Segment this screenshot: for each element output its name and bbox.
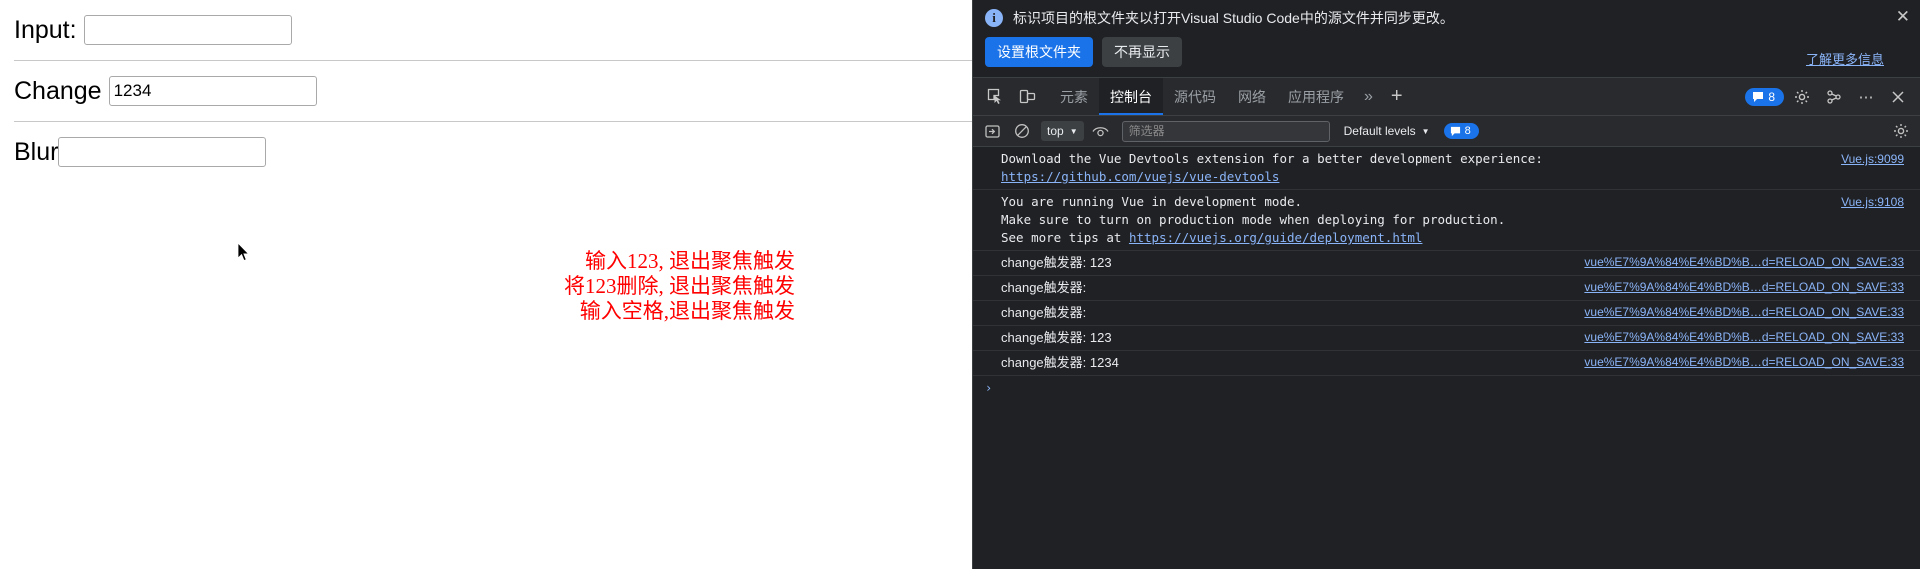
tab-elements[interactable]: 元素 — [1049, 78, 1099, 115]
context-value: top — [1047, 124, 1064, 138]
devtools-panel: i 标识项目的根文件夹以打开Visual Studio Code中的源文件并同步… — [972, 0, 1920, 569]
speech-bubble-icon — [1753, 91, 1764, 102]
gear-icon[interactable] — [1788, 83, 1816, 111]
speech-bubble-icon — [1450, 126, 1460, 136]
context-selector[interactable]: top ▼ — [1041, 121, 1084, 141]
console-log-entry[interactable]: change触发器: 123 vue%E7%9A%84%E4%BD%B…d=RE… — [973, 251, 1920, 276]
log-line-text: See more tips at — [1001, 230, 1129, 245]
screen: Input: Change Blur 输入123, 退出聚焦触发 将123删除,… — [0, 0, 1920, 569]
log-source-link[interactable]: vue%E7%9A%84%E4%BD%B…d=RELOAD_ON_SAVE:33 — [1584, 253, 1920, 271]
form-row-change: Change — [0, 61, 972, 121]
message-count-badge[interactable]: 8 — [1745, 87, 1784, 106]
console-prompt[interactable]: › — [973, 376, 1920, 395]
log-message: change触发器: 123 — [1001, 255, 1112, 270]
customize-icon[interactable] — [1820, 83, 1848, 111]
annotation-text: 输入123, 退出聚焦触发 将123删除, 退出聚焦触发 输入空格,退出聚焦触发 — [300, 249, 795, 324]
devtools-tabbar: 元素 控制台 源代码 网络 应用程序 » + 8 ⋯ — [973, 78, 1920, 116]
annotation-line-2: 将123删除, 退出聚焦触发 — [564, 274, 795, 298]
blur-label: Blur — [14, 137, 59, 166]
message-count: 8 — [1768, 89, 1775, 104]
log-source-link[interactable]: vue%E7%9A%84%E4%BD%B…d=RELOAD_ON_SAVE:33 — [1584, 303, 1920, 321]
chevron-down-icon: ▼ — [1069, 126, 1078, 136]
console-toolbar: top ▼ Default levels ▼ 8 — [973, 116, 1920, 147]
input-field[interactable] — [83, 15, 292, 45]
tabbar-right-controls: 8 ⋯ — [1745, 78, 1920, 115]
log-levels-selector[interactable]: Default levels ▼ — [1344, 124, 1430, 138]
console-log-entry[interactable]: You are running Vue in development mode.… — [973, 190, 1920, 251]
info-icon: i — [985, 9, 1003, 27]
log-message: change触发器: — [1001, 305, 1090, 320]
console-sidebar-icon[interactable] — [979, 119, 1005, 143]
console-settings-icon[interactable] — [1888, 119, 1914, 143]
log-line-link[interactable]: https://vuejs.org/guide/deployment.html — [1129, 230, 1423, 245]
clear-console-icon[interactable] — [1009, 119, 1035, 143]
inspect-element-icon[interactable] — [979, 78, 1011, 115]
device-toolbar-icon[interactable] — [1011, 78, 1043, 115]
log-message: change触发器: — [1001, 280, 1090, 295]
blur-field[interactable] — [58, 137, 267, 167]
annotation-line-1: 输入123, 退出聚焦触发 — [585, 249, 795, 273]
notification-buttons: 设置根文件夹 不再显示 — [985, 37, 1910, 67]
more-options-icon[interactable]: ⋯ — [1852, 83, 1880, 111]
notification-message-row: i 标识项目的根文件夹以打开Visual Studio Code中的源文件并同步… — [985, 8, 1910, 28]
form-row-input: Input: — [0, 0, 972, 60]
close-devtools-icon[interactable] — [1884, 83, 1912, 111]
devtools-tabs: 元素 控制台 源代码 网络 应用程序 » + — [1049, 78, 1412, 115]
log-line-link[interactable]: https://github.com/vuejs/vue-devtools — [1001, 169, 1279, 184]
live-expression-icon[interactable] — [1088, 119, 1114, 143]
log-source-link[interactable]: Vue.js:9099 — [1841, 150, 1920, 168]
log-source-link[interactable]: Vue.js:9108 — [1841, 193, 1920, 211]
log-line-text: You are running Vue in development mode. — [1001, 194, 1303, 209]
log-source-link[interactable]: vue%E7%9A%84%E4%BD%B…d=RELOAD_ON_SAVE:33 — [1584, 328, 1920, 346]
annotation-line-3: 输入空格,退出聚焦触发 — [579, 299, 795, 323]
issues-count-badge[interactable]: 8 — [1443, 123, 1479, 139]
console-log-entry[interactable]: Download the Vue Devtools extension for … — [973, 147, 1920, 190]
tab-application[interactable]: 应用程序 — [1277, 78, 1355, 115]
set-root-folder-button[interactable]: 设置根文件夹 — [985, 37, 1093, 67]
tab-sources[interactable]: 源代码 — [1163, 78, 1227, 115]
change-label: Change — [14, 76, 102, 105]
add-tab-icon[interactable]: + — [1382, 78, 1412, 115]
devtools-notification-bar: i 标识项目的根文件夹以打开Visual Studio Code中的源文件并同步… — [973, 0, 1920, 78]
console-log-list[interactable]: Download the Vue Devtools extension for … — [973, 147, 1920, 569]
chevron-down-icon: ▼ — [1421, 126, 1430, 136]
close-notification-icon[interactable]: ✕ — [1896, 8, 1910, 25]
mouse-cursor-icon — [238, 243, 250, 262]
log-line-text: Download the Vue Devtools extension for … — [1001, 151, 1543, 166]
log-source-link[interactable]: vue%E7%9A%84%E4%BD%B…d=RELOAD_ON_SAVE:33 — [1584, 278, 1920, 296]
console-log-entry[interactable]: change触发器: vue%E7%9A%84%E4%BD%B…d=RELOAD… — [973, 301, 1920, 326]
input-label: Input: — [14, 15, 77, 44]
filter-input[interactable] — [1121, 120, 1330, 142]
tab-network[interactable]: 网络 — [1227, 78, 1277, 115]
log-message: change触发器: 1234 — [1001, 355, 1119, 370]
console-toolbar-right — [1888, 119, 1914, 143]
notification-text: 标识项目的根文件夹以打开Visual Studio Code中的源文件并同步更改… — [1013, 10, 1454, 26]
log-message: change触发器: 123 — [1001, 330, 1112, 345]
issues-count: 8 — [1464, 125, 1471, 137]
console-log-entry[interactable]: change触发器: 1234 vue%E7%9A%84%E4%BD%B…d=R… — [973, 351, 1920, 376]
console-log-entry[interactable]: change触发器: 123 vue%E7%9A%84%E4%BD%B…d=RE… — [973, 326, 1920, 351]
log-line-text: Make sure to turn on production mode whe… — [1001, 212, 1506, 227]
log-source-link[interactable]: vue%E7%9A%84%E4%BD%B…d=RELOAD_ON_SAVE:33 — [1584, 353, 1920, 371]
more-tabs-icon[interactable]: » — [1355, 78, 1382, 115]
log-message: Download the Vue Devtools extension for … — [973, 150, 1841, 186]
web-page-content: Input: Change Blur 输入123, 退出聚焦触发 将123删除,… — [0, 0, 972, 569]
log-message: You are running Vue in development mode.… — [973, 193, 1841, 247]
dont-show-again-button[interactable]: 不再显示 — [1102, 37, 1182, 67]
tab-console[interactable]: 控制台 — [1099, 78, 1163, 115]
learn-more-link[interactable]: 了解更多信息 — [1806, 49, 1884, 68]
console-log-entry[interactable]: change触发器: vue%E7%9A%84%E4%BD%B…d=RELOAD… — [973, 276, 1920, 301]
change-field[interactable] — [108, 76, 317, 106]
form-row-blur: Blur — [0, 122, 972, 182]
prompt-caret-icon: › — [985, 381, 993, 395]
log-levels-value: Default levels — [1343, 124, 1416, 138]
